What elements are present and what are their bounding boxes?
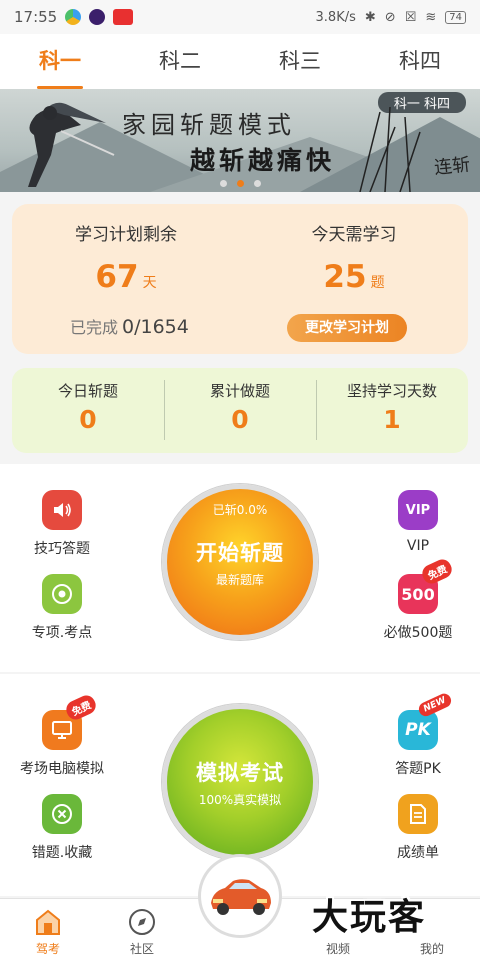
change-plan-button[interactable]: 更改学习计划 [287,314,407,342]
tab-subject-3[interactable]: 科三 [240,34,360,89]
500-icon: 500 免费 [398,556,455,614]
tab-subject-4[interactable]: 科四 [360,34,480,89]
report-card-button[interactable]: 成绩单 [358,794,478,862]
nav-label: 视频 [325,942,350,956]
target-icon [42,574,82,614]
stat-value: 0 [79,405,97,434]
wrong-favorites-label: 错题.收藏 [31,845,93,861]
mute-icon: ⊘ [384,9,396,25]
report-icon [398,794,438,834]
plan-today-unit: 题 [370,275,385,291]
subject-tabs: 科一 科二 科三 科四 [0,34,480,89]
plan-remaining-unit: 天 [142,275,157,291]
topic-points-button[interactable]: 专项.考点 [2,574,122,642]
start-practice-title: 开始斩题 [196,540,284,565]
status-time: 17:55 [14,8,58,26]
stat-total: 累计做题 0 [164,368,316,453]
stat-streak: 坚持学习天数 1 [316,368,468,453]
plan-remaining: 学习计划剩余 67 天 [12,204,240,295]
stat-label: 坚持学习天数 [346,382,437,400]
mock-exam-title: 模拟考试 [196,760,284,785]
pk-icon: PK NEW [398,691,454,750]
stat-label: 今日斩题 [57,382,118,400]
tab-subject-2[interactable]: 科二 [120,34,240,89]
exam-computer-sim-button[interactable]: 免费 考场电脑模拟 [2,692,122,778]
practice-section: 技巧答题 专项.考点 已斩0.0% 开始斩题 最新题库 VIP VIP 500 … [0,464,480,672]
skill-answer-label: 技巧答题 [34,541,90,557]
nav-community[interactable]: 社区 [102,907,182,957]
plan-today-value: 25 题 [240,259,468,295]
vip-button[interactable]: VIP VIP [358,490,478,554]
car-icon [211,879,271,915]
new-badge: NEW [417,691,454,719]
pk-button[interactable]: PK NEW 答题PK [358,691,478,778]
speaker-icon [42,490,82,530]
app-notification-icon [89,9,106,25]
close-circle-icon [42,794,82,834]
app-notification-icon [113,9,134,25]
banner-title: 家园斩题模式 [122,111,296,139]
monitor-icon: 免费 [42,692,99,750]
nav-label: 社区 [129,942,154,956]
plan-completed: 已完成 0/1654 [70,314,189,338]
home-icon [33,907,63,937]
app-notification-icon [65,9,82,25]
topic-points-label: 专项.考点 [31,625,93,641]
practice-progress: 已斩0.0% [212,503,268,517]
stat-label: 累计做题 [209,382,270,400]
report-card-label: 成绩单 [397,845,439,861]
car-center-button[interactable] [198,854,282,938]
pagination-dot[interactable] [254,180,261,187]
plan-today-label: 今天需学习 [311,225,397,245]
start-practice-subtitle: 最新题库 [215,572,264,587]
plan-remaining-value: 67 天 [12,259,240,295]
grass-illustration [359,106,421,192]
stat-value: 0 [231,405,249,434]
network-speed: 3.8K/s [315,9,356,25]
plan-remaining-number: 67 [95,259,139,295]
watermark-logo: 大玩客 [312,896,427,938]
stat-value: 1 [383,405,401,434]
start-practice-button[interactable]: 已斩0.0% 开始斩题 最新题库 [162,484,318,640]
free-badge: 免费 [63,692,99,723]
vip-label: VIP [406,538,430,554]
nav-driving-test[interactable]: 驾考 [8,907,88,957]
free-badge: 免费 [419,556,455,587]
wifi-icon: ≋ [425,9,437,25]
promo-banner[interactable]: 科一 科四 家园斩题模式 越斩越痛快 连斩 [0,89,480,192]
study-plan-card: 学习计划剩余 67 天 今天需学习 25 题 已完成 0/1654 更改学习计划 [12,204,468,354]
plan-completed-label: 已完成 [70,318,119,337]
must-do-500-button[interactable]: 500 免费 必做500题 [358,556,478,642]
mock-exam-subtitle: 100%真实模拟 [198,792,282,807]
stats-card: 今日斩题 0 累计做题 0 坚持学习天数 1 [12,368,468,453]
nav-label: 驾考 [35,942,60,956]
pk-label: 答题PK [395,761,441,777]
plan-today: 今天需学习 25 题 [240,204,468,295]
status-bar: 17:55 3.8K/s ✱ ⊘ ☒ ≋ 74 [0,0,480,34]
wrong-favorites-button[interactable]: 错题.收藏 [2,794,122,862]
banner-pagination [220,180,261,187]
plan-today-number: 25 [323,259,367,295]
plan-remaining-label: 学习计划剩余 [75,225,177,245]
exam-computer-sim-label: 考场电脑模拟 [20,761,104,777]
stat-today: 今日斩题 0 [12,368,164,453]
sim-icon: ☒ [404,9,417,25]
pagination-dot[interactable] [220,180,227,187]
swordsman-illustration [28,102,115,187]
skill-answer-button[interactable]: 技巧答题 [2,490,122,558]
tab-subject-1[interactable]: 科一 [0,34,120,89]
plan-completed-value: 0/1654 [122,316,189,338]
compass-icon [127,907,157,937]
battery-icon: 74 [445,10,466,24]
bluetooth-icon: ✱ [364,9,376,25]
nav-label: 我的 [419,942,444,956]
pagination-dot-active[interactable] [237,180,244,187]
vip-icon: VIP [398,490,438,530]
mock-exam-button[interactable]: 模拟考试 100%真实模拟 [162,704,318,860]
must-do-500-label: 必做500题 [383,625,453,641]
banner-subtitle: 越斩越痛快 [190,146,336,175]
